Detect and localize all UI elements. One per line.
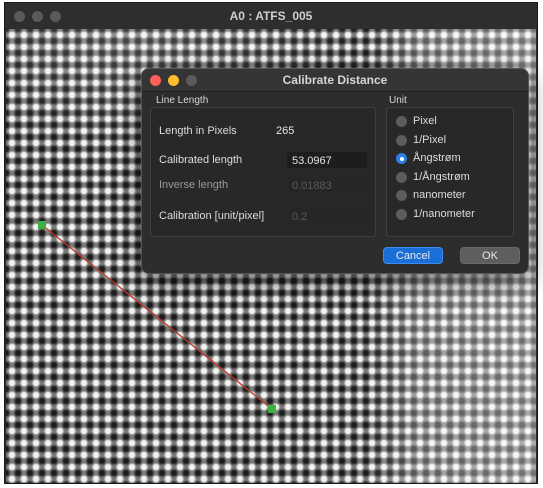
ok-button[interactable]: OK bbox=[460, 247, 520, 264]
unit-group-label: Unit bbox=[389, 95, 407, 106]
radio-button-selected[interactable] bbox=[396, 153, 407, 164]
cancel-button[interactable]: Cancel bbox=[383, 247, 443, 264]
unit-option-label: 1/Ångstrøm bbox=[413, 171, 470, 183]
calibrate-distance-dialog: Calibrate Distance Line Length Length in… bbox=[141, 68, 529, 274]
unit-option-label: 1/Pixel bbox=[413, 134, 447, 146]
radio-button[interactable] bbox=[396, 172, 407, 183]
radio-button[interactable] bbox=[396, 190, 407, 201]
length-in-pixels-value: 265 bbox=[276, 125, 295, 137]
inverse-length-label: Inverse length bbox=[159, 179, 229, 191]
measurement-end-handle[interactable] bbox=[268, 405, 276, 413]
length-in-pixels-label: Length in Pixels bbox=[159, 125, 237, 137]
radio-button[interactable] bbox=[396, 135, 407, 146]
unit-option-label: Ångstrøm bbox=[413, 152, 461, 164]
inverse-length-field: 0.01883 bbox=[287, 177, 367, 193]
calibrated-length-label: Calibrated length bbox=[159, 154, 243, 166]
unit-option-label: Pixel bbox=[413, 115, 437, 127]
measurement-start-handle[interactable] bbox=[38, 221, 46, 229]
calibrated-length-field[interactable]: 53.0967 bbox=[287, 152, 367, 168]
dialog-titlebar: Calibrate Distance bbox=[142, 69, 528, 92]
window-titlebar: A0 : ATFS_005 bbox=[5, 3, 537, 30]
unit-option-label: nanometer bbox=[413, 189, 466, 201]
unit-option-label: 1/nanometer bbox=[413, 208, 475, 220]
radio-button[interactable] bbox=[396, 209, 407, 220]
radio-button[interactable] bbox=[396, 116, 407, 127]
line-length-group-label: Line Length bbox=[156, 95, 209, 106]
window-title: A0 : ATFS_005 bbox=[229, 9, 313, 23]
dialog-title: Calibrate Distance bbox=[282, 73, 388, 87]
calibration-field: 0.2 bbox=[287, 208, 367, 224]
calibration-label: Calibration [unit/pixel] bbox=[159, 210, 265, 222]
